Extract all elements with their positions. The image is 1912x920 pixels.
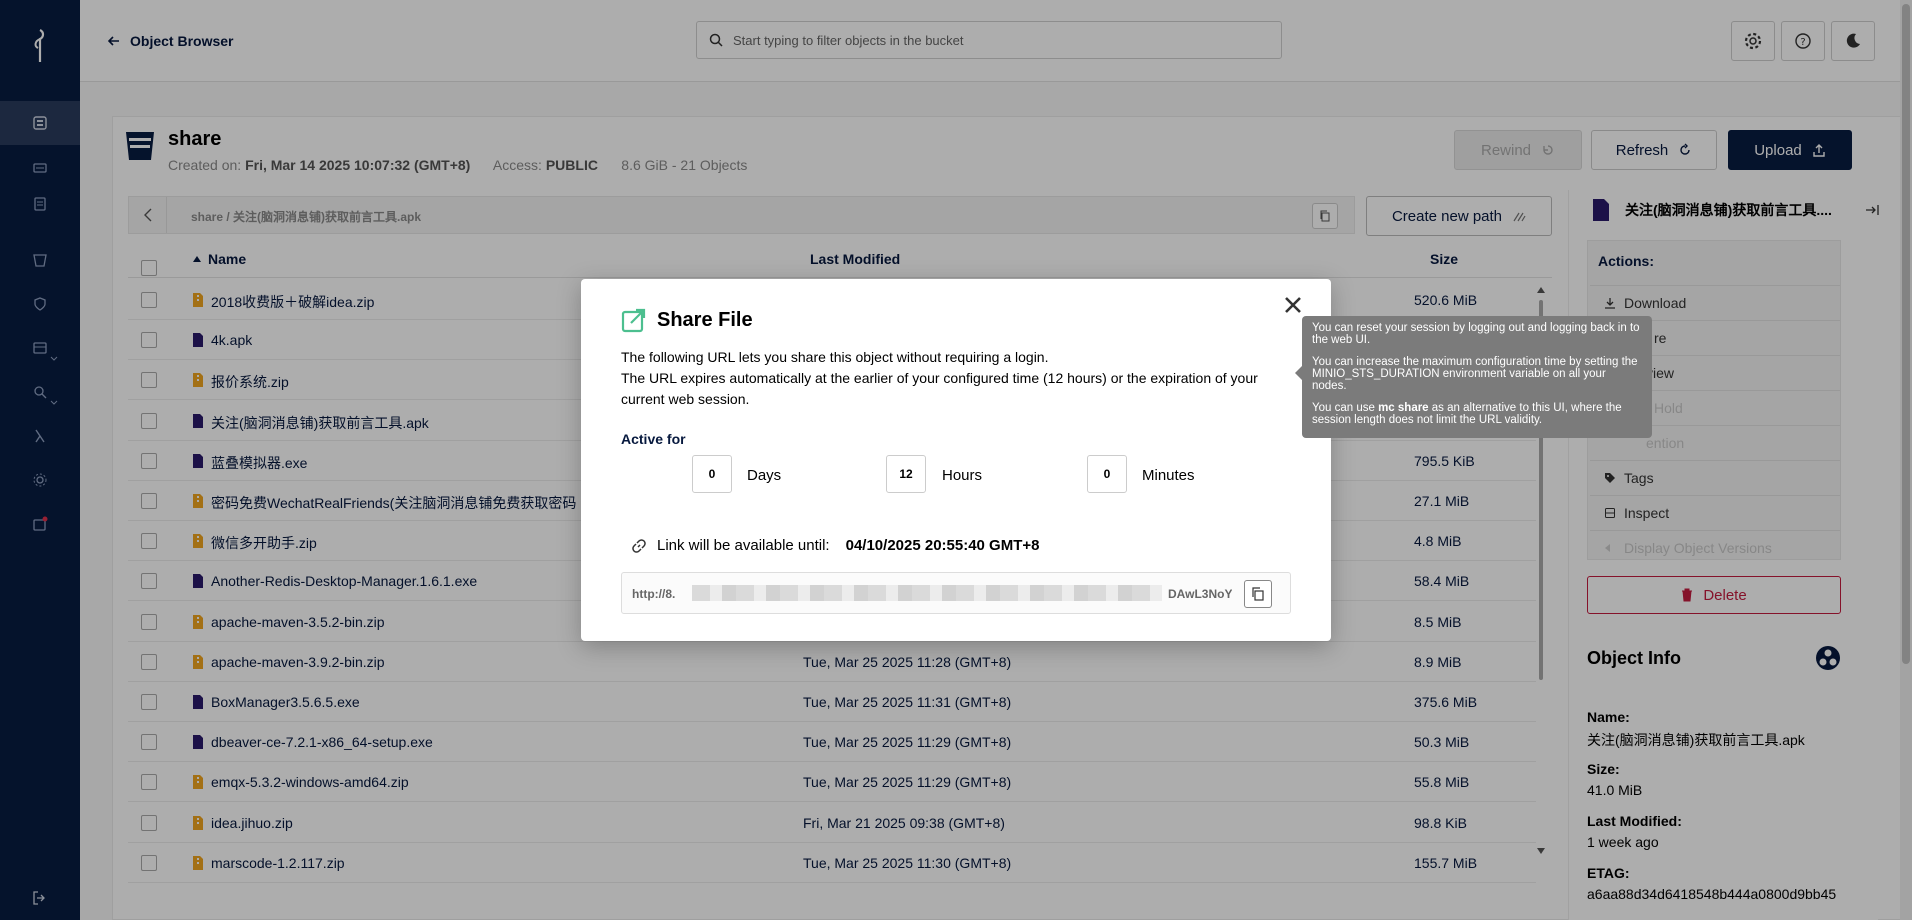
tooltip-p2: You can increase the maximum configurati…	[1312, 356, 1638, 392]
link-expiry-label: Link will be available until:	[657, 537, 830, 554]
active-for-label: Active for	[621, 431, 686, 447]
url-redaction	[692, 585, 1162, 601]
modal-description: The following URL lets you share this ob…	[621, 347, 1291, 410]
minutes-label: Minutes	[1142, 467, 1195, 484]
share-url-field[interactable]: http://8. DAwL3NoYXJl	[621, 572, 1291, 614]
copy-icon	[1252, 587, 1264, 601]
session-tooltip: You can reset your session by logging ou…	[1295, 316, 1652, 438]
modal-desc-line2: The URL expires automatically at the ear…	[621, 370, 1258, 407]
modal-title-text: Share File	[657, 308, 753, 331]
tooltip-p3-pre: You can use	[1312, 402, 1379, 414]
tooltip-p1: You can reset your session by logging ou…	[1312, 322, 1640, 346]
link-expiry-value: 04/10/2025 20:55:40 GMT+8	[845, 537, 1040, 554]
tooltip-arrow	[1295, 366, 1302, 380]
share-file-modal: Share File The following URL lets you sh…	[581, 279, 1331, 641]
link-expiry: Link will be available until: 04/10/2025…	[631, 537, 1040, 554]
close-icon[interactable]	[1281, 293, 1305, 317]
copy-url-button[interactable]	[1244, 580, 1272, 608]
link-icon	[632, 538, 646, 553]
share-url-start: http://8.	[632, 587, 676, 601]
tooltip-p3: You can use mc share as an alternative t…	[1312, 402, 1642, 426]
days-label: Days	[747, 467, 782, 484]
hours-label: Hours	[942, 467, 983, 484]
minutes-input[interactable]: 0	[1087, 455, 1127, 493]
tooltip-p3-bold: mc share	[1378, 402, 1429, 414]
hours-input[interactable]: 12	[886, 455, 926, 493]
modal-title: Share File	[621, 307, 753, 333]
days-input[interactable]: 0	[692, 455, 732, 493]
share-icon	[621, 308, 646, 333]
share-url-end: DAwL3NoYXJl	[1168, 587, 1232, 601]
modal-desc-line1: The following URL lets you share this ob…	[621, 349, 1049, 365]
